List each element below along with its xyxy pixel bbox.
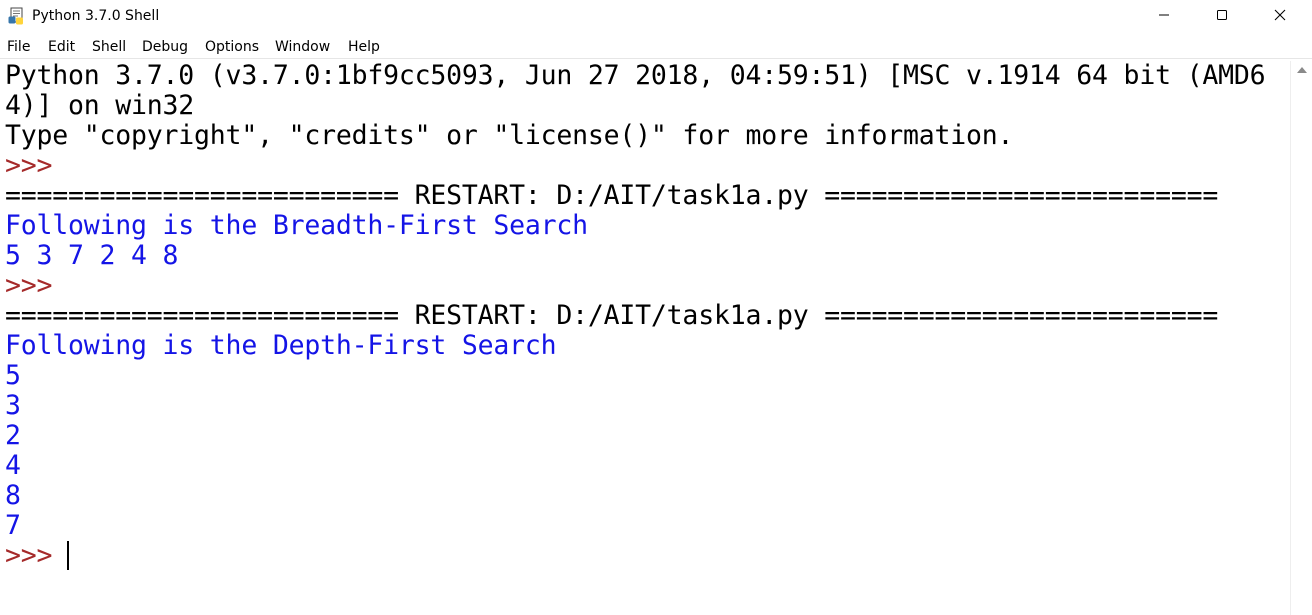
banner-line: 4)] on win32 (5, 90, 195, 121)
restart-separator: ========================= RESTART: D:/AI… (5, 180, 1219, 211)
shell-prompt: >>> (5, 150, 53, 181)
maximize-button[interactable] (1193, 0, 1251, 30)
shell-prompt-active[interactable]: >>> (5, 541, 68, 571)
shell-prompt: >>> (5, 270, 53, 301)
python-shell-icon (8, 7, 26, 25)
banner-line: Type "copyright", "credits" or "license(… (5, 120, 1014, 151)
menu-file[interactable]: File (7, 39, 30, 55)
output-line: 8 (5, 480, 21, 511)
window-title: Python 3.7.0 Shell (32, 8, 160, 24)
minimize-button[interactable] (1135, 0, 1193, 30)
maximize-icon (1217, 10, 1227, 20)
menu-bar: File Edit Shell Debug Options Window Hel… (0, 34, 1312, 59)
output-line: Following is the Depth-First Search (5, 330, 557, 361)
menu-shell[interactable]: Shell (92, 39, 126, 55)
menu-debug[interactable]: Debug (142, 39, 188, 55)
banner-line: Python 3.7.0 (v3.7.0:1bf9cc5093, Jun 27 … (5, 61, 1266, 91)
menu-edit[interactable]: Edit (48, 39, 75, 55)
close-icon (1274, 9, 1286, 21)
menu-help[interactable]: Help (348, 39, 380, 55)
idle-shell-window: Python 3.7.0 Shell File Edit Shell Debug… (0, 0, 1312, 615)
vertical-scrollbar[interactable] (1290, 61, 1312, 615)
close-button[interactable] (1251, 0, 1309, 30)
output-line: Following is the Breadth-First Search (5, 210, 588, 241)
output-line: 5 (5, 360, 21, 391)
output-line: 3 (5, 390, 21, 421)
menu-options[interactable]: Options (205, 39, 259, 55)
output-line: 5 3 7 2 4 8 (5, 240, 179, 271)
scroll-up-arrow-icon[interactable] (1297, 67, 1307, 73)
menu-window[interactable]: Window (275, 39, 330, 55)
shell-text-area[interactable]: Python 3.7.0 (v3.7.0:1bf9cc5093, Jun 27 … (0, 61, 1290, 615)
title-bar[interactable]: Python 3.7.0 Shell (0, 0, 1312, 32)
minimize-icon (1159, 14, 1169, 16)
output-line: 4 (5, 450, 21, 481)
output-line: 2 (5, 420, 21, 451)
output-line: 7 (5, 510, 21, 541)
restart-separator: ========================= RESTART: D:/AI… (5, 300, 1219, 331)
text-caret (67, 541, 69, 570)
